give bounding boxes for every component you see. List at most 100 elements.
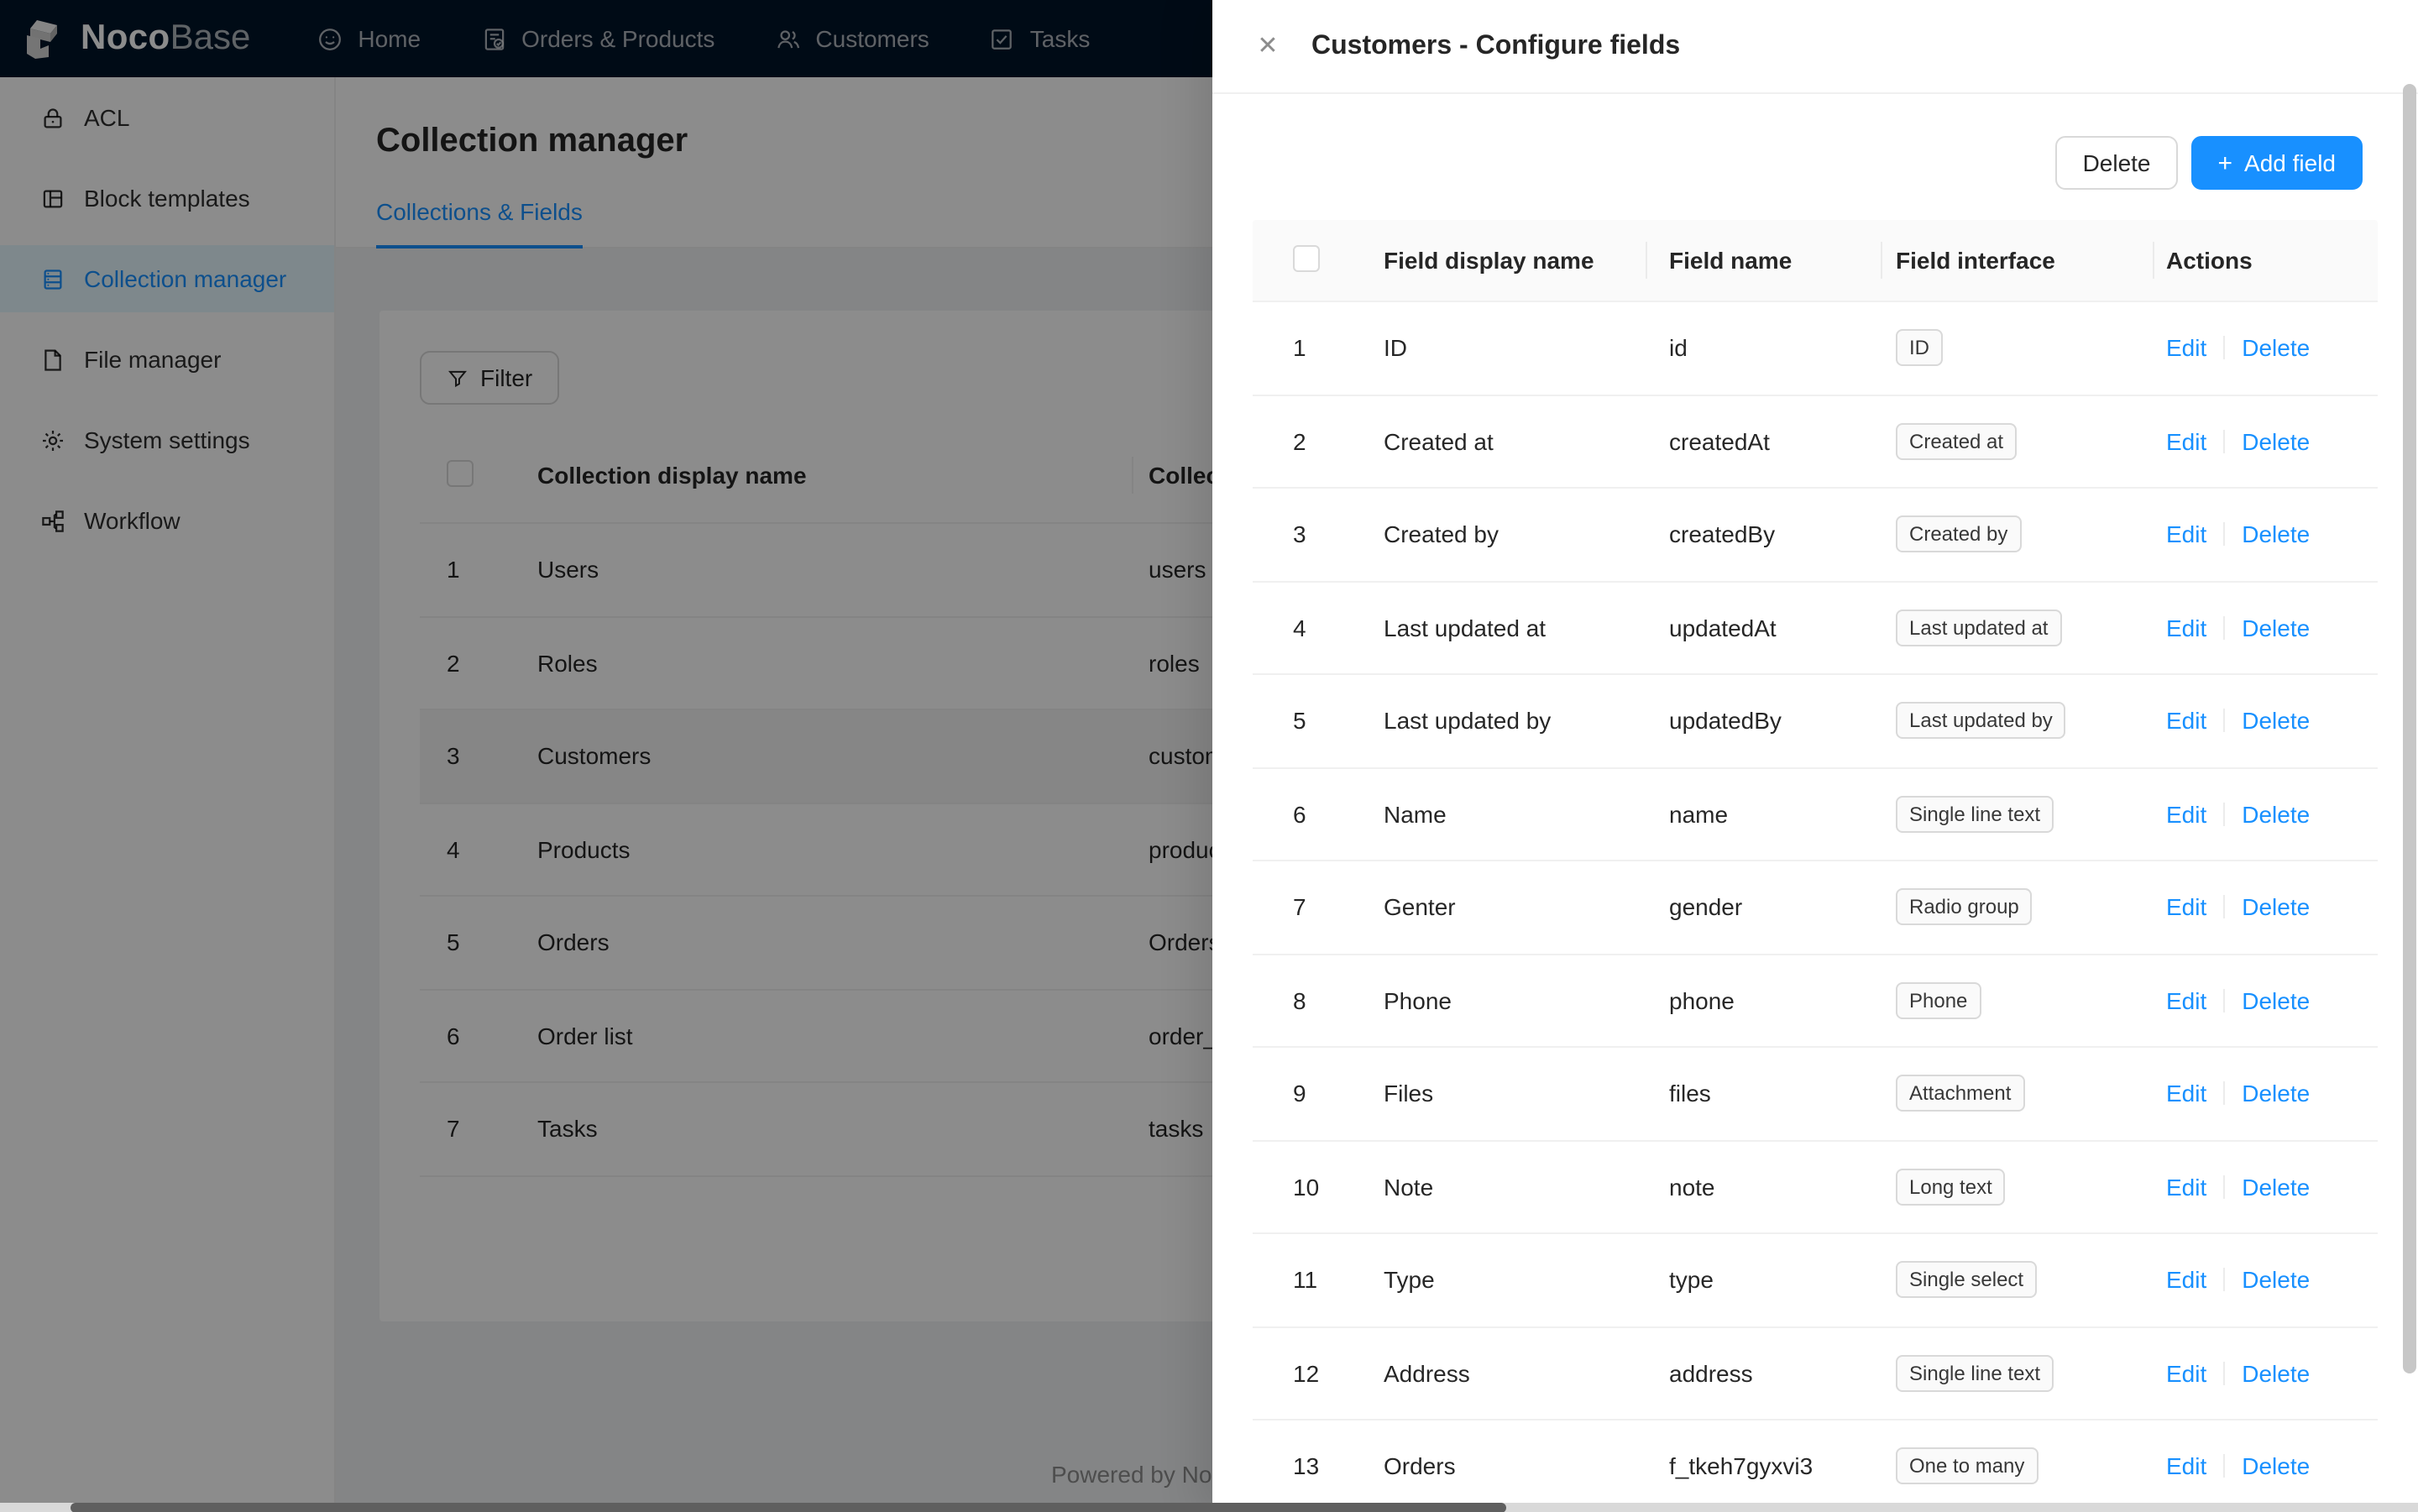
action-divider	[2223, 337, 2225, 360]
field-display-name-cell: Last updated by	[1360, 708, 1646, 735]
row-index: 4	[1253, 615, 1360, 641]
field-row[interactable]: 4 Last updated at updatedAt Last updated…	[1253, 582, 2378, 675]
action-divider	[2223, 803, 2225, 826]
field-row[interactable]: 6 Name name Single line text Edit Delete	[1253, 768, 2378, 861]
app-window: NocoBase Home Orders & Products	[0, 0, 2418, 1512]
field-row[interactable]: 3 Created by createdBy Created by Edit D…	[1253, 489, 2378, 582]
field-row[interactable]: 7 Genter gender Radio group Edit Delete	[1253, 861, 2378, 955]
delete-link[interactable]: Delete	[2242, 1174, 2310, 1201]
row-index: 1	[1253, 335, 1360, 362]
field-interface-tag: Attachment	[1896, 1075, 2024, 1112]
field-name-cell: files	[1646, 1080, 1881, 1107]
row-index: 5	[1253, 708, 1360, 735]
drawer-header: ✕ Customers - Configure fields	[1212, 0, 2418, 94]
field-name-cell: name	[1646, 801, 1881, 828]
row-index: 3	[1253, 521, 1360, 548]
field-name-cell: note	[1646, 1174, 1881, 1201]
field-interface-tag: Radio group	[1896, 889, 2033, 926]
action-divider	[2223, 1175, 2225, 1199]
field-display-name-cell: ID	[1360, 335, 1646, 362]
field-display-name-cell: Created at	[1360, 428, 1646, 455]
edit-link[interactable]: Edit	[2166, 801, 2206, 828]
field-row[interactable]: 12 Address address Single line text Edit…	[1253, 1327, 2378, 1420]
field-name-cell: gender	[1646, 894, 1881, 921]
field-display-name-cell: Name	[1360, 801, 1646, 828]
delete-link[interactable]: Delete	[2242, 801, 2310, 828]
field-display-name-cell: Last updated at	[1360, 615, 1646, 641]
horizontal-scrollbar-thumb[interactable]	[71, 1503, 1506, 1512]
field-interface-tag: Created at	[1896, 423, 2017, 460]
delete-link[interactable]: Delete	[2242, 1453, 2310, 1480]
edit-link[interactable]: Edit	[2166, 1360, 2206, 1387]
delete-link[interactable]: Delete	[2242, 335, 2310, 362]
action-divider	[2223, 1082, 2225, 1106]
edit-link[interactable]: Edit	[2166, 335, 2206, 362]
delete-link[interactable]: Delete	[2242, 1360, 2310, 1387]
edit-link[interactable]: Edit	[2166, 708, 2206, 735]
delete-link[interactable]: Delete	[2242, 708, 2310, 735]
delete-link[interactable]: Delete	[2242, 521, 2310, 548]
action-divider	[2223, 430, 2225, 453]
select-all-fields-checkbox[interactable]	[1293, 244, 1320, 271]
row-index: 8	[1253, 987, 1360, 1014]
field-interface-tag: ID	[1896, 330, 1943, 367]
field-name-cell: f_tkeh7gyxvi3	[1646, 1453, 1881, 1480]
edit-link[interactable]: Edit	[2166, 615, 2206, 641]
field-display-name-cell: Type	[1360, 1267, 1646, 1294]
field-display-name-cell: Phone	[1360, 987, 1646, 1014]
edit-link[interactable]: Edit	[2166, 1267, 2206, 1294]
fields-table-header: Field display name Field name Field inte…	[1253, 220, 2378, 302]
field-name-cell: createdAt	[1646, 428, 1881, 455]
action-divider	[2223, 1455, 2225, 1478]
delete-link[interactable]: Delete	[2242, 1080, 2310, 1107]
field-row[interactable]: 11 Type type Single select Edit Delete	[1253, 1234, 2378, 1327]
field-row[interactable]: 1 ID id ID Edit Delete	[1253, 302, 2378, 395]
drawer-actions: Delete + Add field	[2056, 136, 2363, 190]
field-interface-tag: Last updated at	[1896, 610, 2061, 646]
action-divider	[2223, 1362, 2225, 1385]
row-index: 13	[1253, 1453, 1360, 1480]
delete-link[interactable]: Delete	[2242, 615, 2310, 641]
edit-link[interactable]: Edit	[2166, 894, 2206, 921]
drawer-vertical-scrollbar[interactable]	[2403, 84, 2416, 1373]
action-divider	[2223, 709, 2225, 733]
field-row[interactable]: 8 Phone phone Phone Edit Delete	[1253, 955, 2378, 1048]
field-row[interactable]: 13 Orders f_tkeh7gyxvi3 One to many Edit…	[1253, 1420, 2378, 1512]
field-name-cell: phone	[1646, 987, 1881, 1014]
column-header-actions: Actions	[2153, 247, 2378, 274]
edit-link[interactable]: Edit	[2166, 1080, 2206, 1107]
configure-fields-drawer: ✕ Customers - Configure fields Delete + …	[1212, 0, 2418, 1512]
field-row[interactable]: 2 Created at createdAt Created at Edit D…	[1253, 395, 2378, 489]
delete-link[interactable]: Delete	[2242, 894, 2310, 921]
delete-link[interactable]: Delete	[2242, 987, 2310, 1014]
field-row[interactable]: 10 Note note Long text Edit Delete	[1253, 1141, 2378, 1234]
edit-link[interactable]: Edit	[2166, 987, 2206, 1014]
edit-link[interactable]: Edit	[2166, 521, 2206, 548]
field-name-cell: updatedAt	[1646, 615, 1881, 641]
field-display-name-cell: Note	[1360, 1174, 1646, 1201]
horizontal-scrollbar-track[interactable]	[0, 1503, 2418, 1512]
delete-button[interactable]: Delete	[2056, 136, 2178, 190]
add-field-button[interactable]: + Add field	[2191, 136, 2363, 190]
add-field-button-label: Add field	[2244, 149, 2336, 176]
edit-link[interactable]: Edit	[2166, 1453, 2206, 1480]
delete-link[interactable]: Delete	[2242, 428, 2310, 455]
field-row[interactable]: 9 Files files Attachment Edit Delete	[1253, 1048, 2378, 1141]
field-display-name-cell: Genter	[1360, 894, 1646, 921]
field-interface-tag: Created by	[1896, 516, 2021, 553]
column-header-field-name: Field name	[1646, 247, 1881, 274]
field-display-name-cell: Files	[1360, 1080, 1646, 1107]
row-index: 10	[1253, 1174, 1360, 1201]
edit-link[interactable]: Edit	[2166, 428, 2206, 455]
close-icon[interactable]: ✕	[1253, 31, 1283, 61]
delete-link[interactable]: Delete	[2242, 1267, 2310, 1294]
edit-link[interactable]: Edit	[2166, 1174, 2206, 1201]
row-index: 12	[1253, 1360, 1360, 1387]
field-row[interactable]: 5 Last updated by updatedBy Last updated…	[1253, 675, 2378, 768]
field-interface-tag: Last updated by	[1896, 703, 2066, 740]
action-divider	[2223, 1269, 2225, 1292]
field-display-name-cell: Address	[1360, 1360, 1646, 1387]
column-header-field-display-name: Field display name	[1360, 247, 1646, 274]
action-divider	[2223, 523, 2225, 547]
row-index: 9	[1253, 1080, 1360, 1107]
